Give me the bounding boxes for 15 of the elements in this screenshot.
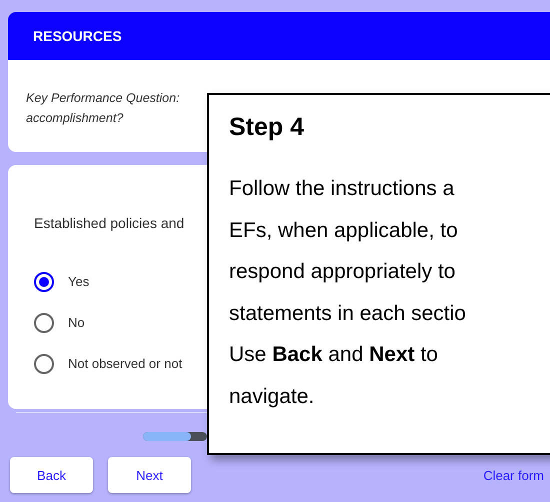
nav-button[interactable]: Next [108,457,191,493]
radio-button[interactable] [34,272,54,292]
radio-button[interactable] [34,312,54,332]
option-label: Yes [68,274,90,289]
question-prompt: Established policies and [34,215,184,231]
radio-button[interactable] [34,354,54,374]
key-question-text: accomplishment? [26,111,124,125]
option-label: Not observed or not [68,356,182,371]
section-title: RESOURCES [33,28,122,44]
key-question-text: Key Performance Question: [26,91,180,105]
callout-title: Step 4 [229,113,304,142]
option-label: No [68,315,85,330]
callout-text: Follow the instructions a EFs, when applicable, to respond appropriately to statements in each sectio Use Back and Next to navigate. [229,176,466,410]
nav-button[interactable]: Back [10,457,93,493]
clear-form-link[interactable]: Clear form [483,468,544,482]
